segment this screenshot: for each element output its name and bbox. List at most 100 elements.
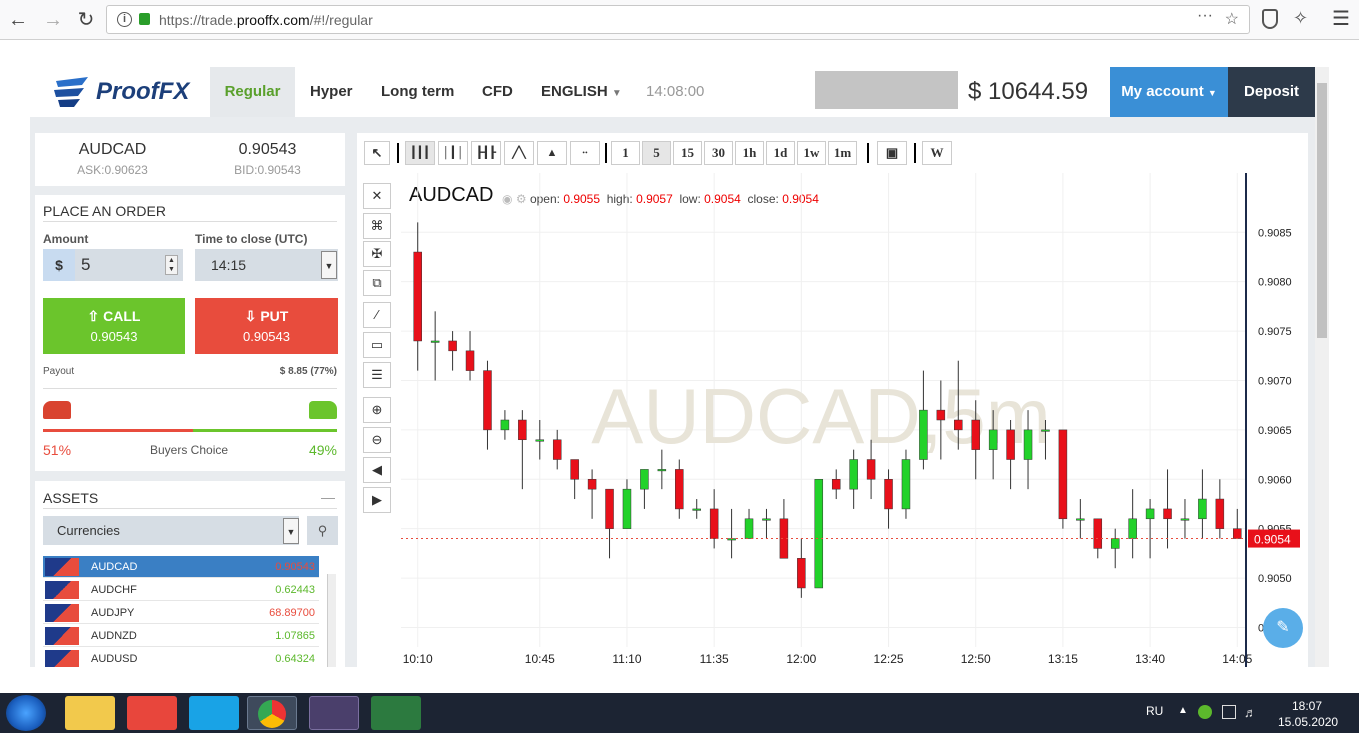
bookmark-star-icon[interactable]: ☆	[1225, 9, 1239, 29]
asset-row[interactable]: AUDJPY 68.89700	[43, 602, 319, 624]
close-time-select[interactable]: 14:15	[195, 249, 338, 281]
dots-icon[interactable]: ∙∙	[570, 141, 600, 165]
candle-body	[552, 439, 562, 460]
timeframe-1h[interactable]: 1h	[735, 141, 764, 165]
extension-icon[interactable]: ✧	[1293, 8, 1308, 29]
nav-hyper[interactable]: Hyper	[310, 67, 353, 117]
shield-icon[interactable]	[1262, 9, 1278, 29]
candle-body	[448, 340, 457, 352]
timeframe-15[interactable]: 15	[673, 141, 702, 165]
zoom-in-icon[interactable]: ⊕	[363, 397, 391, 423]
forward-icon[interactable]: →	[40, 7, 66, 33]
menu-icon[interactable]: ☰	[1332, 6, 1350, 31]
hollow-candles-icon[interactable]: │┃│	[438, 141, 468, 165]
reload-icon[interactable]: ↻	[73, 7, 99, 33]
asset-row[interactable]: AUDCAD 0.90543	[43, 556, 319, 578]
explorer-icon[interactable]	[65, 696, 115, 730]
timeframe-1[interactable]: 1	[611, 141, 640, 165]
candle-body	[884, 479, 893, 510]
asset-scrollbar[interactable]	[327, 574, 336, 667]
lines-icon[interactable]: ☰	[363, 362, 391, 388]
trendline-icon[interactable]: ∕	[363, 302, 391, 328]
lang-indicator[interactable]: RU	[1146, 704, 1163, 718]
anydesk-icon[interactable]	[127, 696, 177, 730]
x-tick-label: 12:50	[961, 652, 991, 666]
nav-cfd[interactable]: CFD	[482, 67, 513, 117]
chrome-icon[interactable]	[247, 696, 297, 730]
timeframe-5[interactable]: 5	[642, 141, 671, 165]
x-tick-label: 11:10	[612, 652, 641, 666]
currency-addon: $	[43, 249, 75, 281]
asset-list: AUDCAD 0.90543 AUDCHF 0.62443 AUDJPY 68.89700…	[35, 556, 345, 667]
more-dots-icon[interactable]: ···	[1197, 7, 1213, 25]
search-icon[interactable]: ⚲	[307, 516, 338, 545]
url-bar[interactable]: i https://trade.prooffx.com/#!/regular ☆…	[106, 5, 1250, 34]
candle-body	[814, 479, 824, 589]
start-button[interactable]	[6, 695, 46, 731]
camera-icon[interactable]: ▣	[877, 141, 907, 165]
collapse-icon[interactable]: —	[321, 489, 335, 505]
cross-icon[interactable]: ✠	[363, 241, 391, 267]
cursor-icon[interactable]: ↖	[364, 141, 390, 165]
candle-body	[587, 479, 597, 490]
amount-spinner[interactable]: ▲ ▼	[165, 255, 178, 275]
rectangle-icon[interactable]: ▭	[363, 332, 391, 358]
watermark-toggle-icon[interactable]: W	[922, 141, 952, 165]
info-icon[interactable]: i	[117, 12, 132, 27]
candle-body	[988, 429, 998, 450]
category-select[interactable]: Currencies	[43, 516, 299, 545]
candle-body	[831, 479, 841, 490]
select-arrow-icon[interactable]: ▼	[321, 251, 337, 279]
put-button[interactable]: ⇩ PUT 0.90543	[195, 298, 338, 354]
asset-row[interactable]: AUDUSD 0.64324	[43, 648, 319, 667]
copy-icon[interactable]: ⧉	[363, 270, 391, 296]
close-icon[interactable]: ✕	[363, 183, 391, 209]
language-dropdown[interactable]: ENGLISH ▼	[541, 67, 622, 117]
y-tick-label: 0.9075	[1258, 326, 1292, 338]
nav-regular[interactable]: Regular	[210, 67, 295, 117]
x-tick-label: 13:40	[1135, 652, 1165, 666]
bars-icon[interactable]: ┠┨┠	[471, 141, 501, 165]
logo-text[interactable]: ProofFX	[96, 78, 189, 106]
zoom-out-icon[interactable]: ⊖	[363, 427, 391, 453]
tray-expand-icon[interactable]: ▲	[1178, 705, 1188, 716]
currency-pair-flag-icon	[45, 581, 79, 599]
nav-long-term[interactable]: Long term	[381, 67, 454, 117]
deposit-button[interactable]: Deposit	[1228, 67, 1315, 117]
candles-icon[interactable]: ┃┃┃	[405, 141, 435, 165]
candle-body	[901, 459, 911, 510]
candle-body	[1023, 429, 1033, 460]
quote-bid: BID:0.90543	[234, 163, 301, 177]
candle-body	[709, 508, 719, 539]
separator	[914, 143, 916, 163]
asset-row[interactable]: AUDNZD 1.07865	[43, 625, 319, 647]
tray-app-icon[interactable]	[1198, 705, 1212, 719]
select-arrow-icon[interactable]: ▼	[283, 518, 299, 544]
line-icon[interactable]: ╱╲	[504, 141, 534, 165]
excel-icon[interactable]	[371, 696, 421, 730]
separator	[867, 143, 869, 163]
candle-body	[762, 518, 771, 521]
my-account-button[interactable]: My account ▼	[1110, 67, 1228, 117]
scroll-left-icon[interactable]: ◀	[363, 457, 391, 483]
volume-icon[interactable]: ♬	[1244, 705, 1257, 720]
candle-body	[1128, 518, 1137, 539]
tor-browser-icon[interactable]	[309, 696, 359, 730]
timeframe-1d[interactable]: 1d	[766, 141, 795, 165]
timeframe-1w[interactable]: 1w	[797, 141, 826, 165]
network-icon[interactable]	[1222, 705, 1236, 719]
scroll-right-icon[interactable]: ▶	[363, 487, 391, 513]
chat-icon[interactable]: ✎	[1263, 608, 1303, 648]
crosshair-icon[interactable]: ⌘	[363, 213, 391, 239]
y-tick-label: 0.9080	[1258, 277, 1292, 289]
asset-row[interactable]: AUDCHF 0.62443	[43, 579, 319, 601]
candlestick-chart[interactable]: 0.9085 0.9080 0.9075 0.9070 0.9065 0.9060 0.90…	[401, 173, 1308, 667]
back-icon[interactable]: ←	[5, 7, 31, 33]
call-button[interactable]: ⇧ CALL 0.90543	[43, 298, 185, 354]
timeframe-30[interactable]: 30	[704, 141, 733, 165]
asset-name: AUDNZD	[91, 630, 137, 642]
area-icon[interactable]: ▲	[537, 141, 567, 165]
timeframe-1m[interactable]: 1m	[828, 141, 857, 165]
page-scrollbar[interactable]	[1315, 67, 1329, 667]
skype-icon[interactable]	[189, 696, 239, 730]
